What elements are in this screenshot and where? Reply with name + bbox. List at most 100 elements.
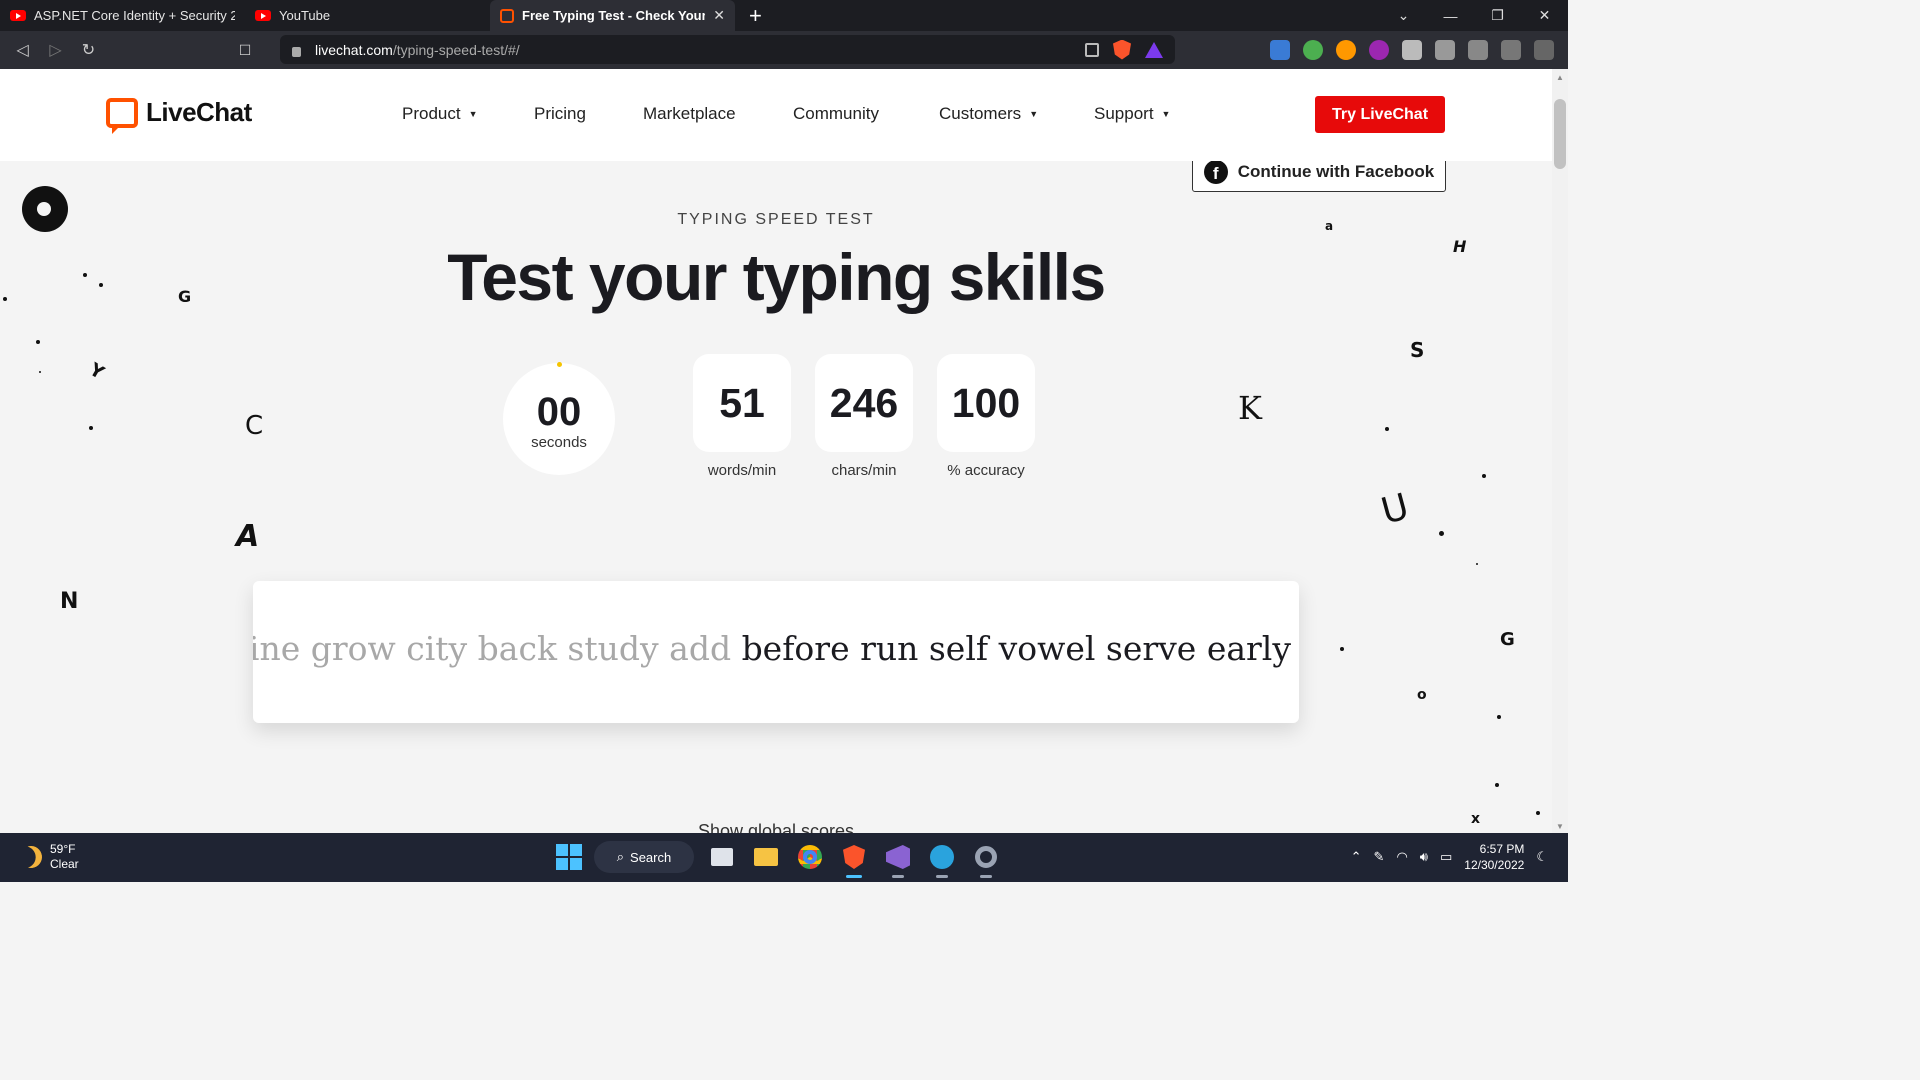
moon-icon <box>17 843 45 871</box>
volume-icon[interactable]: 🔊︎ <box>1420 849 1428 865</box>
sidebar-icon[interactable] <box>1468 40 1488 60</box>
url-domain: livechat.com <box>315 41 393 58</box>
facebook-button-label: Continue with Facebook <box>1237 161 1435 181</box>
decorative-letter: U <box>1377 486 1414 533</box>
livechat-logo[interactable]: LiveChat <box>106 97 252 134</box>
visual-studio-icon[interactable] <box>882 841 914 878</box>
nav-label: Marketplace <box>643 104 736 123</box>
nav-label: Product <box>402 104 461 123</box>
upcoming-words: before run self vowel serve early <box>741 629 1291 668</box>
task-view-button[interactable] <box>706 841 738 873</box>
extension-icon[interactable] <box>1369 40 1389 60</box>
facebook-icon: f <box>1203 161 1228 184</box>
brave-icon[interactable] <box>838 841 870 878</box>
restore-button[interactable]: ❐ <box>1474 7 1521 24</box>
close-tab-icon[interactable]: ✕ <box>713 7 725 24</box>
stat-value: 51 <box>693 354 791 452</box>
clock-date: 12/30/2022 <box>1464 858 1525 872</box>
minimize-button[interactable]: — <box>1427 8 1474 24</box>
brave-rewards-icon[interactable] <box>1145 41 1163 58</box>
address-bar[interactable]: livechat.com/typing-speed-test/#/ <box>280 35 1175 64</box>
tab-aspnet[interactable]: ASP.NET Core Identity + Security 2022 <box>0 0 245 31</box>
decorative-dot <box>1536 811 1540 815</box>
decorative-dot <box>89 426 93 430</box>
decorative-dot <box>36 340 40 344</box>
site-header: LiveChat Product ▼ Pricing Marketplace Co… <box>0 69 1552 161</box>
settings-gear-icon[interactable] <box>970 841 1002 878</box>
browser-tab-bar: ASP.NET Core Identity + Security 2022 Yo… <box>0 0 1568 31</box>
back-button[interactable]: ◁ <box>6 40 39 60</box>
telegram-icon[interactable] <box>926 841 958 878</box>
youtube-icon <box>255 10 271 21</box>
typing-input-area[interactable]: machine grow city back study add before … <box>253 581 1299 723</box>
stat-chars-per-minute: 246 chars/min <box>815 354 913 479</box>
start-button[interactable] <box>556 844 582 870</box>
caret-down-icon: ▼ <box>1161 109 1171 119</box>
decorative-letter: Y <box>85 359 108 384</box>
main-nav: Product ▼ Pricing Marketplace Community C… <box>402 104 1170 124</box>
new-tab-button[interactable]: + <box>735 0 776 31</box>
timer-value: 00 <box>536 389 582 434</box>
playlist-icon[interactable] <box>1435 40 1455 60</box>
decorative-dot <box>1497 715 1501 719</box>
decorative-dot <box>1439 531 1444 536</box>
tab-label: ASP.NET Core Identity + Security 2022 <box>34 8 235 23</box>
url-path: /typing-speed-test/#/ <box>392 41 520 58</box>
nav-support[interactable]: Support ▼ <box>1094 104 1170 124</box>
tab-typing-test[interactable]: Free Typing Test - Check Your Typ ✕ <box>490 0 735 31</box>
chrome-icon[interactable] <box>794 841 826 873</box>
forward-button[interactable]: ▷ <box>39 40 72 60</box>
share-icon[interactable] <box>1085 42 1099 57</box>
youtube-icon <box>10 10 26 21</box>
extension-icon[interactable] <box>1303 40 1323 60</box>
tab-label: YouTube <box>279 8 331 23</box>
nav-customers[interactable]: Customers ▼ <box>939 104 1094 124</box>
nav-label: Pricing <box>534 104 586 123</box>
scrollbar-thumb[interactable] <box>1554 99 1566 169</box>
caret-down-icon: ▼ <box>1029 109 1039 119</box>
show-global-scores-link[interactable]: Show global scores <box>0 821 1552 833</box>
wifi-icon[interactable]: ◠ <box>1396 849 1407 865</box>
nav-label: Support <box>1094 104 1154 123</box>
show-hidden-icons-chevron-icon[interactable]: ⌃ <box>1351 849 1362 865</box>
battery-icon[interactable]: ▭ <box>1440 849 1452 865</box>
decorative-letter: N <box>60 589 79 614</box>
bookmark-icon[interactable]: ☐ <box>233 42 257 59</box>
close-window-button[interactable]: ✕ <box>1521 7 1568 24</box>
stat-value: 246 <box>815 354 913 452</box>
reload-button[interactable]: ↻ <box>72 40 105 60</box>
pen-menu-icon[interactable]: ✎ <box>1374 849 1385 865</box>
nav-community[interactable]: Community <box>793 104 939 124</box>
taskbar-search[interactable]: ⌕ Search <box>594 841 694 873</box>
tab-search-chevron-icon[interactable]: ⌄ <box>1380 7 1427 24</box>
file-explorer-icon[interactable] <box>750 841 782 873</box>
nav-marketplace[interactable]: Marketplace <box>643 104 793 124</box>
stat-value: 100 <box>937 354 1035 452</box>
decorative-letter: A <box>236 519 260 554</box>
nav-product[interactable]: Product ▼ <box>402 104 534 124</box>
nav-pricing[interactable]: Pricing <box>534 104 643 124</box>
weather-widget[interactable]: 59°F Clear <box>20 842 79 872</box>
extension-icon[interactable] <box>1270 40 1290 60</box>
notifications-icon[interactable]: ☾ <box>1536 849 1548 865</box>
menu-icon[interactable] <box>1534 40 1554 60</box>
scroll-down-arrow-icon[interactable]: ▼ <box>1552 822 1568 831</box>
system-clock[interactable]: 6:57 PM 12/30/2022 <box>1464 841 1524 873</box>
tab-label: Free Typing Test - Check Your Typ <box>522 8 706 23</box>
nav-label: Customers <box>939 104 1022 123</box>
decorative-dot <box>1385 427 1389 431</box>
browser-toolbar: ◁ ▷ ↻ ☐ livechat.com/typing-speed-test/#… <box>0 31 1568 69</box>
brave-shield-icon[interactable] <box>1113 39 1131 60</box>
extension-icon[interactable] <box>1336 40 1356 60</box>
try-livechat-button[interactable]: Try LiveChat <box>1315 96 1445 133</box>
tab-youtube[interactable]: YouTube <box>245 0 490 31</box>
continue-with-facebook-button[interactable]: f Continue with Facebook <box>1192 161 1446 192</box>
wallet-icon[interactable] <box>1501 40 1521 60</box>
puzzle-icon[interactable] <box>1402 40 1422 60</box>
search-label: Search <box>630 849 672 865</box>
page-scrollbar[interactable]: ▲ ▼ <box>1552 69 1568 833</box>
stat-label: % accuracy <box>947 462 1025 479</box>
decorative-dot <box>1482 474 1486 478</box>
scroll-up-arrow-icon[interactable]: ▲ <box>1552 73 1568 82</box>
timer-unit: seconds <box>531 433 587 451</box>
